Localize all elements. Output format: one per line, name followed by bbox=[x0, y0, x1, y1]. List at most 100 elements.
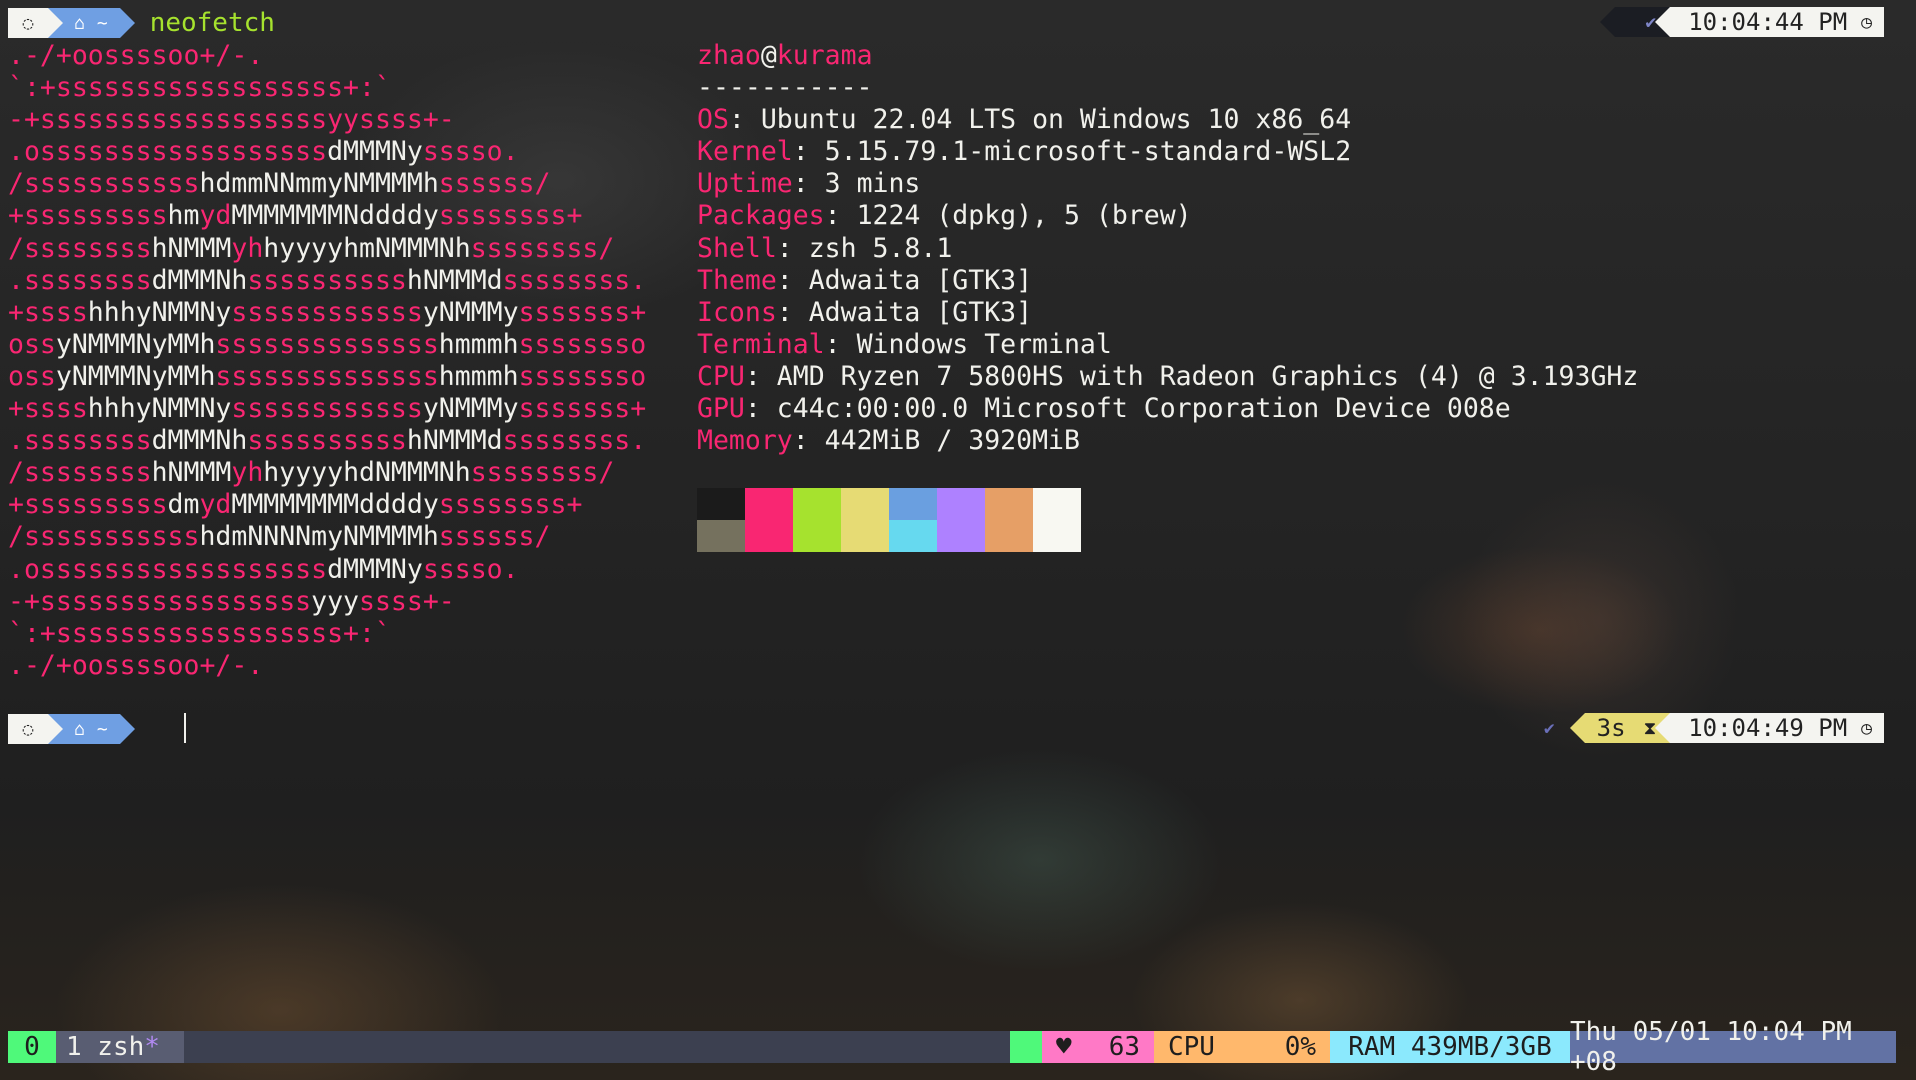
info-row: Terminal: Windows Terminal bbox=[697, 329, 1638, 361]
directory-text: ~ bbox=[96, 12, 108, 34]
ascii-line: -+sssssssssssssssssyyyssss+- bbox=[8, 586, 646, 618]
directory-segment: ⌂ ~ bbox=[48, 8, 135, 38]
color-swatch bbox=[697, 520, 745, 552]
ascii-line: /sssssssshNMMMyhhyyyyhdNMMMNhssssssss/ bbox=[8, 457, 646, 489]
info-value: 1224 (dpkg), 5 (brew) bbox=[856, 200, 1192, 232]
info-key: Terminal bbox=[697, 328, 825, 360]
ascii-segment: dMMMNh bbox=[151, 425, 248, 457]
username: zhao bbox=[697, 40, 761, 71]
ascii-line: `:+ssssssssssssssssss+:` bbox=[8, 618, 646, 650]
ascii-line: /ssssssssssshdmNNNNmyNMMMMhssssss/ bbox=[8, 521, 646, 553]
ascii-segment: hNMMMd bbox=[406, 264, 503, 296]
ascii-segment: hNMMM bbox=[151, 457, 232, 489]
terminal-window[interactable]: ◌ ⌂ ~ neofetch ✔ 10:04:44 PM ◷ .-/+oosss… bbox=[0, 0, 1916, 1080]
directory-text: ~ bbox=[96, 718, 108, 740]
ascii-segment: ssssssssssssss bbox=[215, 328, 439, 360]
heart-icon: ♥ bbox=[1056, 1032, 1072, 1062]
ascii-segment: hNMMMd bbox=[406, 425, 503, 457]
info-colon: : bbox=[744, 360, 777, 392]
tmux-status-bar: 0 1 zsh * ♥ 63 CPU 0% RAM 439MB/3GB Thu 0… bbox=[8, 1017, 1896, 1077]
info-row: Icons: Adwaita [GTK3] bbox=[697, 297, 1638, 329]
cpu-value: 0% bbox=[1284, 1032, 1316, 1062]
info-key: Icons bbox=[697, 296, 777, 328]
ascii-segment: ssssssss. bbox=[502, 264, 647, 296]
ascii-segment: ssssss/ bbox=[438, 521, 551, 553]
ascii-segment: hNMMM bbox=[151, 232, 232, 264]
prompt-time: 10:04:49 PM bbox=[1688, 714, 1848, 742]
color-swatch bbox=[1033, 520, 1081, 552]
ascii-segment: ssssssss/ bbox=[470, 232, 615, 264]
info-rows: OS: Ubuntu 22.04 LTS on Windows 10 x86_6… bbox=[697, 104, 1638, 457]
ascii-segment: ssssssss+ bbox=[438, 200, 583, 232]
ascii-segment: MMMMMMMNddddy bbox=[231, 200, 439, 232]
info-colon: : bbox=[728, 104, 761, 136]
ascii-segment: hhhyNMMNy bbox=[87, 296, 232, 328]
ascii-segment: hm bbox=[167, 200, 200, 232]
ascii-segment: ssssssso bbox=[518, 360, 647, 392]
ascii-line: .ssssssssdMMMNhsssssssssshNMMMdssssssss. bbox=[8, 425, 646, 457]
ascii-segment: ssssssss+ bbox=[438, 489, 583, 521]
time-segment: 10:04:44 PM ◷ bbox=[1655, 7, 1884, 37]
ascii-segment: hyyyyhmNMMMNh bbox=[263, 232, 471, 264]
info-row: Uptime: 3 mins bbox=[697, 168, 1638, 200]
ascii-line: .-/+oossssoo+/-. bbox=[8, 40, 646, 72]
info-value: Windows Terminal bbox=[856, 328, 1112, 360]
ascii-segment: oss bbox=[8, 360, 56, 392]
color-swatch bbox=[985, 520, 1033, 552]
info-key: Theme bbox=[697, 264, 777, 296]
ascii-segment: hhhyNMMNy bbox=[87, 393, 232, 425]
info-value: Adwaita [GTK3] bbox=[808, 296, 1033, 328]
text-cursor[interactable] bbox=[184, 713, 186, 743]
ascii-line: -+ssssssssssssssssssyyssss+- bbox=[8, 104, 646, 136]
home-icon: ⌂ bbox=[74, 12, 85, 34]
ascii-line: +sssssssssdmydMMMMMMMMddddyssssssss+ bbox=[8, 489, 646, 521]
window-active-flag: * bbox=[144, 1032, 160, 1062]
ascii-segment: -+ssssssssssssssssssyyssss+- bbox=[8, 104, 455, 136]
time-segment: 10:04:49 PM ◷ bbox=[1655, 713, 1884, 743]
ascii-segment: ssssssssss bbox=[247, 264, 407, 296]
ram-segment: RAM 439MB/3GB bbox=[1330, 1031, 1570, 1063]
ascii-segment: yyy bbox=[311, 585, 360, 617]
ascii-segment: +sssssssss bbox=[8, 200, 168, 232]
color-swatch bbox=[793, 488, 841, 520]
color-swatch bbox=[841, 488, 889, 520]
info-row: Kernel: 5.15.79.1-microsoft-standard-WSL… bbox=[697, 136, 1638, 168]
color-swatch bbox=[745, 520, 793, 552]
right-prompt-2: ✔ 3s ⧗ 10:04:49 PM ◷ bbox=[1544, 713, 1884, 743]
ascii-line: +sssshhhyNMMNyssssssssssssyNMMMysssssss+ bbox=[8, 297, 646, 329]
ascii-segment: .-/+oossssoo+/-. bbox=[8, 649, 264, 681]
window-index[interactable]: 0 bbox=[8, 1031, 56, 1063]
info-value: Adwaita [GTK3] bbox=[808, 264, 1033, 296]
ascii-segment: +ssss bbox=[8, 393, 88, 425]
ascii-segment: yNMMMy bbox=[422, 296, 519, 328]
ascii-segment: ssss+- bbox=[359, 585, 455, 617]
ascii-line: /sssssssshNMMMyhhyyyyhmNMMMNhssssssss/ bbox=[8, 233, 646, 265]
ubuntu-icon: ◌ bbox=[22, 718, 34, 740]
ascii-segment: .ossssssssssssssssss bbox=[8, 136, 328, 168]
command-text: neofetch bbox=[149, 8, 275, 38]
directory-segment: ⌂ ~ bbox=[48, 714, 135, 744]
window-tab-zsh[interactable]: 1 zsh * bbox=[56, 1031, 184, 1063]
ascii-segment: /ssssssss bbox=[8, 232, 152, 264]
ascii-segment: /sssssssssss bbox=[8, 168, 200, 200]
color-swatch bbox=[889, 520, 937, 552]
ascii-line: /ssssssssssshdmmNNmmyNMMMMhssssss/ bbox=[8, 168, 646, 200]
datetime-segment: Thu 05/01 10:04 PM +08 bbox=[1570, 1017, 1896, 1077]
status-spacer bbox=[184, 1031, 1010, 1063]
ascii-line: .ssssssssdMMMNhsssssssssshNMMMdssssssss. bbox=[8, 265, 646, 297]
info-value: 3 mins bbox=[824, 168, 921, 200]
info-key: OS bbox=[697, 104, 729, 136]
color-swatch bbox=[937, 520, 985, 552]
ascii-segment: .-/+oossssoo+/-. bbox=[8, 40, 264, 71]
ascii-segment: ssssss/ bbox=[438, 168, 551, 200]
info-row: Memory: 442MiB / 3920MiB bbox=[697, 425, 1638, 457]
ascii-segment: oss bbox=[8, 328, 56, 360]
info-colon: : bbox=[792, 136, 825, 168]
prompt-time: 10:04:44 PM bbox=[1688, 8, 1848, 36]
info-row: Shell: zsh 5.8.1 bbox=[697, 233, 1638, 265]
ascii-segment: /sssssssssss bbox=[8, 521, 200, 553]
ascii-segment: dm bbox=[167, 489, 200, 521]
info-row: OS: Ubuntu 22.04 LTS on Windows 10 x86_6… bbox=[697, 104, 1638, 136]
ascii-segment: hmmmh bbox=[438, 360, 519, 392]
check-icon: ✔ bbox=[1543, 717, 1555, 739]
